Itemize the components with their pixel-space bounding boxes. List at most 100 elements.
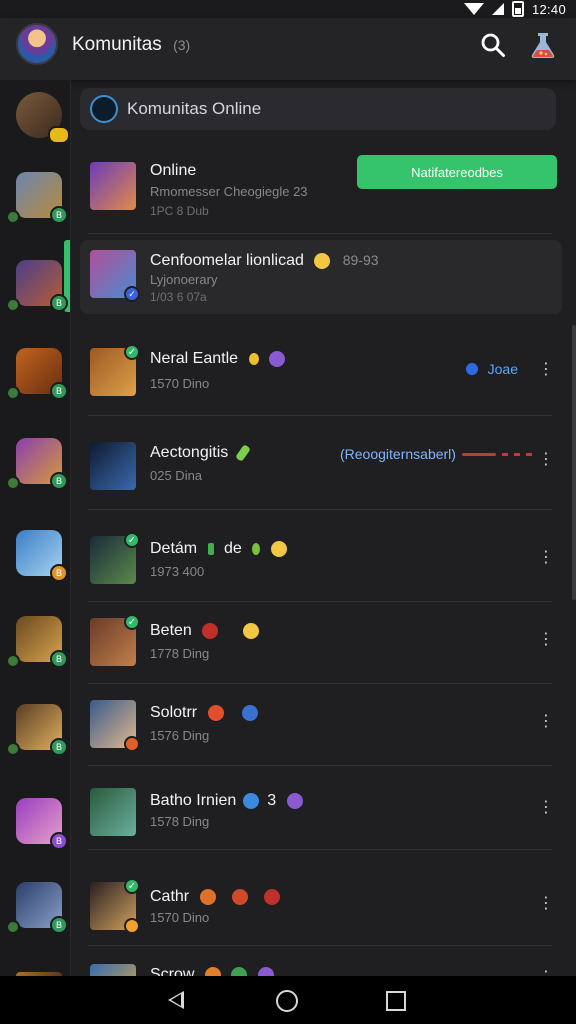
selected-subtitle: Lyjonoerary — [150, 272, 218, 287]
battery-icon — [511, 1, 524, 17]
purple-emoji-icon — [286, 792, 303, 809]
rail-badge: B — [50, 738, 68, 756]
list-item-avatar — [90, 964, 136, 976]
featured-avatar — [90, 162, 136, 210]
heart-emoji-icon — [199, 888, 216, 905]
list-item[interactable]: ✓ Cathr 1570 Dino ⋮ — [80, 850, 562, 946]
selected-time: 89-93 — [342, 252, 379, 268]
rail-server-1[interactable] — [16, 92, 70, 144]
join-link[interactable]: Joae — [465, 361, 518, 377]
emoji-badge-icon — [124, 918, 140, 934]
app-title-wrap: Komunitas (3) — [72, 34, 190, 56]
list-item[interactable]: Aectongitis (Reoogiternsaberl) 025 Dina … — [80, 416, 562, 510]
orange-emoji-icon — [204, 966, 221, 976]
rail-badge: B — [50, 832, 68, 850]
rail-badge: B — [50, 916, 68, 934]
system-nav-bar — [0, 976, 576, 1024]
rail-badge: B — [50, 206, 68, 224]
rail-badge: B — [50, 382, 68, 400]
verified-check-icon: ✓ — [124, 878, 140, 894]
rail-server-4[interactable]: B — [6, 348, 68, 400]
list-item[interactable]: Scrow ⋮ — [80, 946, 562, 976]
red-dots — [501, 452, 532, 456]
join-button[interactable]: Natifatereodbes — [357, 155, 557, 189]
rail-server-8[interactable]: B — [6, 704, 68, 756]
list-item-title-wrap: Scrow — [150, 966, 274, 976]
status-bar: 12:40 — [0, 0, 576, 18]
more-vertical-icon[interactable]: ⋮ — [538, 548, 554, 568]
list-item-title: Scrow — [150, 966, 195, 976]
rail-server-2[interactable]: B — [6, 172, 68, 224]
verified-check-icon: ✓ — [124, 344, 140, 360]
list-item[interactable]: Batho Irnien 3 1578 Ding ⋮ — [80, 766, 562, 850]
wifi-icon — [463, 3, 484, 15]
featured-meta: 1PC 8 Dub — [150, 204, 209, 218]
more-vertical-icon[interactable]: ⋮ — [538, 630, 554, 650]
more-vertical-icon[interactable]: ⋮ — [538, 894, 554, 914]
badge-emoji-icon — [248, 352, 259, 365]
list-item-title: Detám — [150, 540, 198, 557]
server-rail: B B B B B B B B B — [0, 80, 71, 980]
user-avatar[interactable] — [16, 23, 58, 65]
rail-small-badge — [6, 654, 20, 668]
list-item[interactable]: ✓ Neral Eantle 1570 Dino Joae ⋮ — [80, 330, 562, 416]
verified-check-icon: ✓ — [124, 614, 140, 630]
smile-emoji-icon — [314, 252, 331, 269]
more-vertical-icon[interactable]: ⋮ — [538, 968, 554, 976]
link-icon — [465, 363, 478, 375]
list-item-title: Beten — [150, 622, 192, 639]
rail-server-9[interactable]: B — [16, 798, 68, 850]
list-item-meta: 025 Dina — [150, 468, 203, 483]
list-item-title-wrap: Beten — [150, 622, 259, 640]
tag-text: (Reoogiternsaberl) — [340, 446, 456, 462]
list-item-title: Batho Irnien — [150, 792, 237, 809]
back-icon[interactable] — [168, 991, 184, 1009]
rail-small-badge — [6, 210, 20, 224]
more-vertical-icon[interactable]: ⋮ — [538, 712, 554, 732]
search-icon[interactable] — [480, 32, 506, 58]
list-item-title: Solotrr — [150, 704, 198, 721]
selected-row[interactable]: ✓ Cenfoomelar lionlicad 89-93 Lyjonoerar… — [80, 240, 562, 314]
more-vertical-icon[interactable]: ⋮ — [538, 360, 554, 380]
more-vertical-icon[interactable]: ⋮ — [538, 450, 554, 470]
fire-badge-icon — [124, 736, 140, 752]
rail-server-5[interactable]: B — [6, 438, 68, 490]
list-item-avatar — [90, 700, 140, 752]
scrollbar[interactable] — [572, 325, 576, 600]
status-time: 12:40 — [531, 1, 566, 17]
rail-badge — [48, 126, 70, 144]
rail-badge: B — [50, 650, 68, 668]
list-item-title-wrap: Cathr — [150, 888, 281, 906]
selected-meta: 1/03 6 07a — [150, 290, 207, 304]
blue-emoji-icon — [242, 704, 259, 721]
rail-server-10[interactable]: B — [6, 882, 68, 934]
rail-server-3[interactable]: B — [6, 260, 68, 312]
lime-emoji-icon — [252, 542, 261, 555]
rail-server-7[interactable]: B — [6, 616, 68, 668]
divider — [88, 233, 552, 234]
home-icon[interactable] — [276, 990, 298, 1012]
recent-apps-icon[interactable] — [386, 991, 406, 1011]
more-vertical-icon[interactable]: ⋮ — [538, 798, 554, 818]
rail-badge: B — [50, 294, 68, 312]
list-item-tag: (Reoogiternsaberl) — [340, 446, 532, 462]
list-item-title: Aectongitis — [150, 444, 229, 461]
rail-badge: B — [50, 472, 68, 490]
list-item-meta: 1576 Ding — [150, 728, 210, 743]
rail-server-6[interactable]: B — [16, 530, 68, 582]
community-search-bar[interactable]: Komunitas Online — [80, 88, 556, 130]
list-item[interactable]: Solotrr 1576 Ding ⋮ — [80, 684, 562, 766]
list-item-meta: 1578 Ding — [150, 814, 210, 829]
featured-subtitle: Rmomesser Cheogiegle 23 — [150, 184, 308, 199]
fire-emoji-icon — [232, 888, 249, 905]
red-line — [461, 452, 496, 456]
list-item[interactable]: ✓ Detám de 1973 400 ⋮ — [80, 510, 562, 602]
community-logo-icon — [90, 95, 118, 123]
rail-small-badge — [6, 742, 20, 756]
featured-title: Online — [150, 162, 197, 179]
app-bar: Komunitas (3) — [0, 18, 576, 80]
list-item[interactable]: ✓ Beten 1778 Ding ⋮ — [80, 602, 562, 684]
flask-icon[interactable] — [528, 30, 558, 60]
community-search-text: Komunitas Online — [127, 99, 262, 118]
list-item-avatar — [90, 788, 136, 836]
